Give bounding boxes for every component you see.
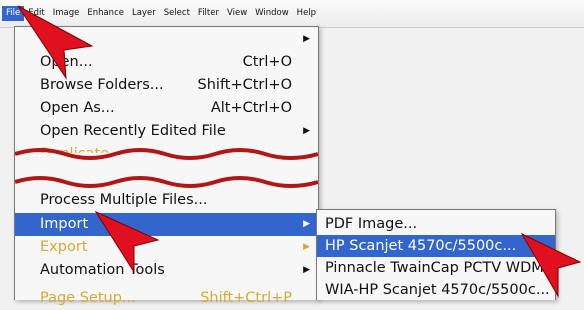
menu-help[interactable]: Help <box>293 6 320 21</box>
menu-select[interactable]: Select <box>160 6 194 21</box>
menu-window[interactable]: Window <box>251 6 293 21</box>
annotation-arrow-icon <box>17 5 94 80</box>
submenu-item-hp-scanjet-label: HP Scanjet 4570c/5500c... <box>325 238 517 254</box>
cut-wave-top <box>15 148 318 166</box>
submenu-item-pinnacle-twaincap-label: Pinnacle TwainCap PCTV WDM <box>325 260 544 276</box>
submenu-item-pdf-image-label: PDF Image... <box>325 216 418 232</box>
menu-item-import[interactable]: Import ▶ <box>15 213 318 236</box>
menu-filter[interactable]: Filter <box>194 6 223 21</box>
menu-item-automation-tools[interactable]: Automation Tools ▶ <box>15 259 318 282</box>
annotation-arrow-icon <box>94 210 160 274</box>
submenu-arrow-icon: ▶ <box>303 34 310 44</box>
submenu-arrow-icon: ▶ <box>303 265 310 275</box>
submenu-arrow-icon: ▶ <box>303 242 310 252</box>
menu-item-import-label: Import <box>40 216 89 232</box>
menu-view[interactable]: View <box>223 6 251 21</box>
submenu-item-wia-hp-scanjet-label: WIA-HP Scanjet 4570c/5500c... <box>325 282 550 298</box>
menu-item-browse-folders-shortcut: Shift+Ctrl+O <box>197 77 292 93</box>
menu-item-export: Export ▶ <box>15 236 318 259</box>
menu-item-open-recently-edited[interactable]: Open Recently Edited File ▶ <box>15 120 318 143</box>
submenu-arrow-icon: ▶ <box>303 126 310 136</box>
menu-item-open-as-shortcut: Alt+Ctrl+O <box>210 100 292 116</box>
menu-item-open-recently-edited-label: Open Recently Edited File <box>40 123 226 139</box>
menu-item-open-as[interactable]: Open As... Alt+Ctrl+O <box>15 97 318 120</box>
menu-item-process-multiple-label: Process Multiple Files... <box>40 192 208 208</box>
menu-layer[interactable]: Layer <box>128 6 160 21</box>
menu-item-open-as-label: Open As... <box>40 100 115 116</box>
menu-item-open-shortcut: Ctrl+O <box>242 54 292 70</box>
menu-item-process-multiple[interactable]: Process Multiple Files... <box>15 189 318 212</box>
submenu-arrow-icon: ▶ <box>303 219 310 229</box>
menu-item-export-label: Export <box>40 239 88 255</box>
annotation-arrow-icon <box>520 232 582 298</box>
